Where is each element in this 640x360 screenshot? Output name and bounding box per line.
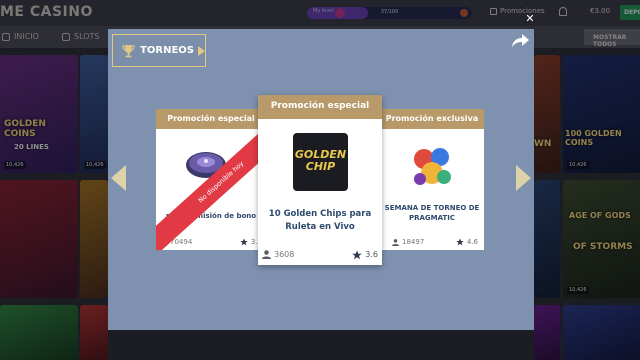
tournaments-tab[interactable]: TORNEOS <box>112 34 206 67</box>
card-footer: 18497 4.6 <box>380 234 484 250</box>
pragmatic-slots-image <box>414 148 451 185</box>
unavailable-ribbon: No disponible hoy <box>156 109 266 250</box>
star-icon <box>352 250 362 259</box>
logo-text: CHIP <box>305 160 336 173</box>
players-count: 3608 <box>274 250 295 259</box>
players-stat: 3608 <box>262 250 294 259</box>
golden-chip-logo: GOLDEN CHIP <box>293 133 348 191</box>
rating-value: 3.6 <box>365 250 378 259</box>
players-stat: 18497 <box>392 238 424 246</box>
close-icon[interactable]: ✕ <box>524 13 536 25</box>
promo-card-right[interactable]: Promoción exclusiva SEMANA DE TORNEO DE … <box>380 109 484 250</box>
trophy-icon <box>122 44 135 57</box>
person-icon <box>262 250 271 259</box>
rating-stat: 4.6 <box>456 238 478 246</box>
card-title: SEMANA DE TORNEO DE PRAGMATIC <box>384 204 480 222</box>
star-icon <box>456 238 464 246</box>
card-header: Promoción especial <box>258 95 382 119</box>
card-footer: 3608 3.6 <box>258 244 382 265</box>
share-icon[interactable] <box>510 33 530 49</box>
play-arrow-icon <box>198 45 205 56</box>
rating-value: 4.6 <box>466 238 478 246</box>
person-icon <box>392 238 399 246</box>
card-title: 10 Golden Chips para Ruleta en Vivo <box>268 209 372 232</box>
card-header: Promoción exclusiva <box>380 109 484 129</box>
ribbon-container: No disponible hoy <box>156 109 266 250</box>
carousel-next-button[interactable] <box>516 165 531 191</box>
players-count: 18497 <box>402 238 425 246</box>
rating-stat: 3.6 <box>352 250 378 260</box>
tournaments-label: TORNEOS <box>140 45 194 56</box>
promo-card-left[interactable]: Promoción especial para la misión de bon… <box>156 109 266 250</box>
promo-card-center[interactable]: Promoción especial GOLDEN CHIP 10 Golden… <box>258 95 382 265</box>
carousel-prev-button[interactable] <box>111 165 126 191</box>
